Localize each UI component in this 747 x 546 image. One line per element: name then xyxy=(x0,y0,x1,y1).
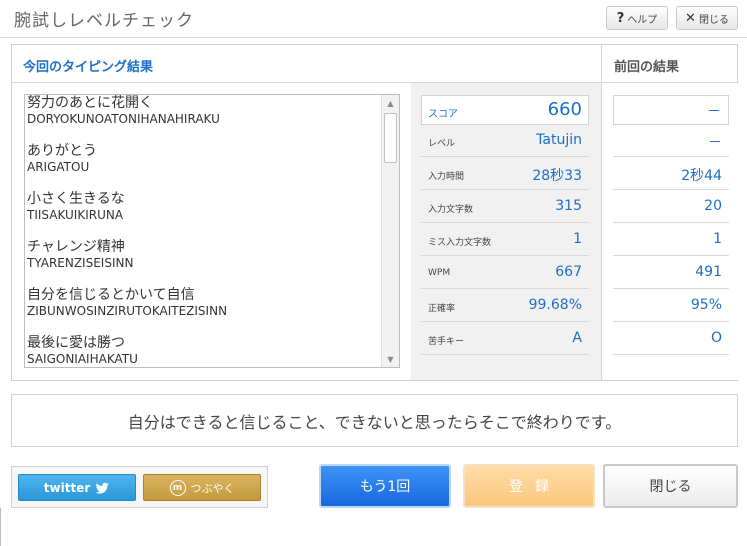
window-title: 腕試しレベルチェック xyxy=(14,11,194,31)
close-button[interactable]: 閉じる xyxy=(603,464,738,508)
previous-row-level: － xyxy=(613,125,729,157)
word-romaji: TYARENZISEISINN xyxy=(27,256,134,270)
stat-row-wpm: WPM 667 xyxy=(421,257,589,289)
scroll-down-arrow-icon[interactable]: ▼ xyxy=(382,351,399,367)
twitter-share-button[interactable]: twitter xyxy=(18,474,136,501)
previous-stats-column: － － 2秒44 20 1 491 95% O xyxy=(601,83,738,380)
stat-label-wpm: WPM xyxy=(428,268,451,278)
previous-results-header: 前回の結果 xyxy=(601,45,737,83)
list-item: 小さく生きるな TIISAKUIKIRUNA xyxy=(25,191,383,239)
current-results-header: 今回のタイピング結果 xyxy=(12,45,601,83)
scroll-up-arrow-icon[interactable]: ▲ xyxy=(382,95,399,111)
list-item: チャレンジ精神 TYARENZISEISINN xyxy=(25,239,383,287)
stat-row-miss-chars: ミス入力文字数 1 xyxy=(421,224,589,256)
stat-label-accuracy: 正確率 xyxy=(428,304,456,314)
tsubuyaku-label: つぶやく xyxy=(190,481,235,495)
stat-row-input-chars: 入力文字数 315 xyxy=(421,191,589,223)
tsubuyaku-share-button[interactable]: m つぶやく xyxy=(143,474,261,501)
title-bar: 腕試しレベルチェック ? ヘルプ ✕ 閉じる xyxy=(0,0,747,37)
stat-value-input-time: 28秒33 xyxy=(532,168,582,184)
current-stats-column: スコア 660 レベル Tatujin 入力時間 28秒33 入力文字数 315 ミス入力文… xyxy=(411,83,601,380)
stat-label-miss-chars: ミス入力文字数 xyxy=(428,238,492,248)
previous-value-level: － xyxy=(708,135,722,151)
previous-value-input-time: 2秒44 xyxy=(681,168,722,184)
stat-value-score: 660 xyxy=(547,99,582,120)
word-romaji: ZIBUNWOSINZIRUTOKAITEZISINN xyxy=(27,304,228,318)
list-item: ありがとう ARIGATOU xyxy=(25,143,383,191)
help-label: ヘルプ xyxy=(627,14,658,26)
title-divider xyxy=(0,37,747,38)
current-results-title: 今回のタイピング結果 xyxy=(23,60,154,75)
stat-value-miss-chars: 1 xyxy=(573,231,582,247)
twitter-label: twitter xyxy=(43,480,91,495)
score-row: スコア 660 xyxy=(421,95,589,125)
try-again-button[interactable]: もう1回 xyxy=(319,464,451,508)
previous-row-accuracy: 95% xyxy=(613,290,729,322)
stat-value-wpm: 667 xyxy=(555,264,582,280)
word-japanese: チャレンジ精神 xyxy=(27,239,125,255)
close-label: 閉じる xyxy=(698,14,729,26)
motivational-message: 自分はできると信じること、できないと思ったらそこで終わりです。 xyxy=(11,394,738,447)
close-icon: ✕ xyxy=(685,10,696,26)
previous-row-input-time: 2秒44 xyxy=(613,158,729,190)
word-romaji: TIISAKUIKIRUNA xyxy=(27,208,124,222)
word-japanese: ありがとう xyxy=(27,143,97,159)
previous-value-score: － xyxy=(707,104,721,120)
stat-label-input-chars: 入力文字数 xyxy=(428,205,474,215)
close-window-button[interactable]: ✕ 閉じる xyxy=(676,6,738,30)
stat-value-input-chars: 315 xyxy=(555,198,582,214)
list-item: 自分を信じるとかいて自信 ZIBUNWOSINZIRUTOKAITEZISINN xyxy=(25,287,383,335)
social-share-box: twitter m つぶやく xyxy=(11,466,268,508)
previous-value-accuracy: 95% xyxy=(690,297,722,313)
word-japanese: 小さく生きるな xyxy=(27,191,125,207)
word-japanese: 自分を信じるとかいて自信 xyxy=(27,287,195,303)
word-romaji: DORYOKUNOATONIHANAHIRAKU xyxy=(27,112,220,126)
help-icon: ? xyxy=(616,10,625,26)
bird-icon xyxy=(95,482,110,494)
window-edge xyxy=(0,508,1,546)
stat-value-level: Tatujin xyxy=(536,132,582,148)
stat-label-input-time: 入力時間 xyxy=(428,172,465,182)
word-romaji: SAIGONIAIHAKATU xyxy=(27,352,138,366)
stat-row-weak-key: 苦手キー A xyxy=(421,323,589,355)
word-japanese: 最後に愛は勝つ xyxy=(27,335,125,351)
word-list-scrollbar[interactable]: ▲ ▼ xyxy=(381,95,399,367)
stat-label-level: レベル xyxy=(428,139,456,149)
list-item: 最後に愛は勝つ SAIGONIAIHAKATU xyxy=(25,335,383,367)
stat-row-level: レベル Tatujin xyxy=(421,125,589,157)
stat-row-input-time: 入力時間 28秒33 xyxy=(421,158,589,190)
previous-value-wpm: 491 xyxy=(695,264,722,280)
previous-results-title: 前回の結果 xyxy=(614,60,680,75)
register-button[interactable]: 登録 xyxy=(463,464,595,508)
word-japanese: 努力のあとに花開く xyxy=(27,95,153,111)
previous-value-input-chars: 20 xyxy=(704,198,722,214)
stat-label-score: スコア xyxy=(428,109,458,120)
previous-row-miss-chars: 1 xyxy=(613,224,729,256)
stat-value-accuracy: 99.68% xyxy=(528,297,582,313)
help-button[interactable]: ? ヘルプ xyxy=(606,6,668,30)
previous-row-weak-key: O xyxy=(613,323,729,355)
results-panel: 今回のタイピング結果 前回の結果 努力のあとに花開く DORYOKUNOATON… xyxy=(11,44,738,381)
typed-words-list[interactable]: 努力のあとに花開く DORYOKUNOATONIHANAHIRAKU ありがとう… xyxy=(24,94,400,368)
stat-row-accuracy: 正確率 99.68% xyxy=(421,290,589,322)
previous-row-input-chars: 20 xyxy=(613,191,729,223)
previous-value-miss-chars: 1 xyxy=(713,231,722,247)
word-romaji: ARIGATOU xyxy=(27,160,90,174)
scrollbar-thumb[interactable] xyxy=(384,113,397,163)
word-list-content: 努力のあとに花開く DORYOKUNOATONIHANAHIRAKU ありがとう… xyxy=(25,95,383,367)
list-item: 努力のあとに花開く DORYOKUNOATONIHANAHIRAKU xyxy=(25,95,383,143)
stat-label-weak-key: 苦手キー xyxy=(428,337,465,347)
previous-value-weak-key: O xyxy=(710,330,722,346)
tsubuyaku-m-icon: m xyxy=(169,479,186,496)
stat-value-weak-key: A xyxy=(572,330,582,346)
previous-score-row: － xyxy=(613,95,729,125)
previous-row-wpm: 491 xyxy=(613,257,729,289)
